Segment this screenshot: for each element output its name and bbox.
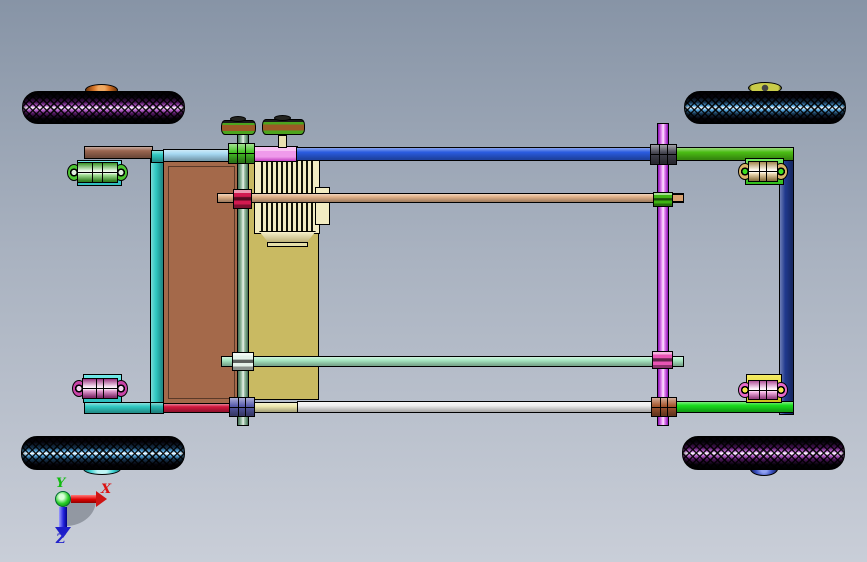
axle-coupling-copper bbox=[651, 397, 677, 417]
axis-x-label: X bbox=[101, 482, 112, 497]
tire-bottom-right bbox=[682, 436, 845, 470]
bottom-rail-white bbox=[297, 401, 653, 413]
bearing-core bbox=[82, 378, 118, 399]
pillow-bearing-bottom-left bbox=[72, 378, 128, 399]
bottom-rail-cyan bbox=[84, 402, 151, 414]
shaft-collar-crimson bbox=[233, 189, 252, 209]
axis-y-label: Y bbox=[56, 476, 66, 491]
shaft-flange-white bbox=[232, 352, 254, 371]
axis-origin-ball bbox=[55, 491, 71, 507]
pillow-bearing-top-left bbox=[67, 162, 128, 183]
axis-shadow bbox=[66, 500, 96, 526]
axle-shaft-right bbox=[657, 123, 669, 426]
motor-top-cap bbox=[252, 146, 298, 162]
drive-shaft-left bbox=[237, 133, 249, 426]
axis-x-arrow bbox=[71, 495, 96, 503]
bearing-core bbox=[748, 161, 778, 182]
top-rail-lightblue bbox=[163, 149, 230, 162]
axle-collar-green bbox=[653, 192, 673, 207]
motor-pulley-cap bbox=[274, 115, 291, 121]
pillow-bearing-bottom-right bbox=[738, 380, 788, 400]
cad-viewport[interactable]: Y X Z bbox=[0, 0, 867, 562]
tire-top-right bbox=[684, 91, 846, 124]
motor-pulley bbox=[262, 119, 305, 135]
drive-pulley-cap bbox=[230, 116, 246, 122]
motor-foot bbox=[267, 242, 308, 247]
tire-bottom-left bbox=[21, 436, 185, 470]
top-rail-brown bbox=[84, 146, 153, 159]
bottom-rail-corner-cyan bbox=[150, 402, 164, 414]
shaft-clamp-green bbox=[228, 143, 255, 164]
cross-bar-lightgreen bbox=[221, 356, 684, 367]
bottom-rail-pale-yellow bbox=[252, 402, 298, 413]
bottom-rail-crimson bbox=[163, 403, 232, 413]
axis-z-label: Z bbox=[56, 532, 66, 547]
top-rail-blue bbox=[296, 147, 653, 161]
bearing-core bbox=[77, 162, 118, 183]
drive-pulley bbox=[221, 120, 256, 135]
bearing-core bbox=[748, 380, 778, 400]
cross-bar-tan bbox=[217, 193, 684, 203]
axis-z-arrow bbox=[59, 507, 67, 528]
shaft-coupling-slate bbox=[229, 397, 255, 417]
tire-top-left bbox=[22, 91, 185, 124]
frame-rail-left-cyan bbox=[150, 151, 164, 414]
axle-collar-pink bbox=[652, 351, 673, 369]
motor-pulley-stem bbox=[278, 135, 287, 148]
pillow-bearing-top-right bbox=[738, 161, 788, 182]
axle-coupling-black bbox=[650, 144, 677, 165]
